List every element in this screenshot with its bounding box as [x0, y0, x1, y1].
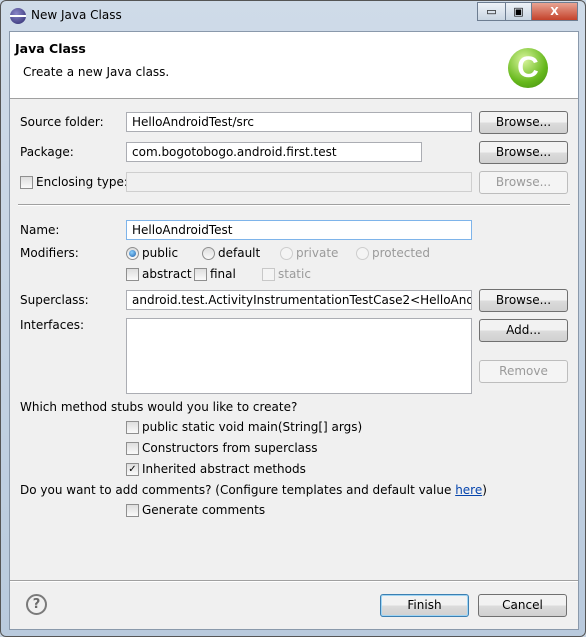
source-folder-label: Source folder: [20, 115, 104, 129]
close-button[interactable]: X [531, 2, 578, 21]
enclosing-type-input[interactable] [126, 172, 472, 192]
main-stub-checkbox[interactable] [126, 421, 139, 434]
modifiers-label: Modifiers: [20, 246, 79, 260]
public-radio[interactable] [126, 247, 139, 260]
finish-button[interactable]: Finish [380, 594, 469, 617]
enclosing-type-checkbox[interactable] [20, 176, 33, 189]
comments-question-text: Do you want to add comments? (Configure … [20, 483, 456, 497]
page-description: Create a new Java class. [23, 65, 170, 79]
add-interface-button[interactable]: Add... [479, 319, 568, 342]
enclosing-type-label: Enclosing type: [36, 175, 128, 189]
protected-label: protected [372, 246, 431, 260]
cancel-button[interactable]: Cancel [478, 594, 567, 617]
final-checkbox[interactable] [194, 268, 207, 281]
remove-interface-button[interactable]: Remove [479, 360, 568, 383]
package-input[interactable]: com.bogotobogo.android.first.test [126, 142, 422, 162]
window-title: New Java Class [31, 8, 122, 22]
inherited-methods-checkbox[interactable]: ✓ [126, 463, 139, 476]
wizard-header: Java Class Create a new Java class. C [10, 32, 578, 99]
private-label: private [296, 246, 339, 260]
name-label: Name: [20, 223, 60, 237]
java-class-icon: C [508, 48, 548, 88]
default-label: default [218, 246, 261, 260]
templates-link[interactable]: here [455, 483, 482, 497]
footer-separator [10, 580, 578, 582]
abstract-checkbox[interactable] [126, 268, 139, 281]
superclass-input[interactable]: android.test.ActivityInstrumentationTest… [126, 290, 472, 310]
eclipse-icon [10, 8, 26, 24]
page-title: Java Class [15, 41, 86, 56]
main-stub-label: public static void main(String[] args) [142, 420, 363, 434]
source-folder-browse-button[interactable]: Browse... [479, 111, 568, 134]
comments-question-suffix: ) [482, 483, 487, 497]
static-checkbox[interactable] [262, 268, 275, 281]
dialog-client: Java Class Create a new Java class. C So… [9, 31, 579, 630]
public-label: public [142, 246, 179, 260]
superclass-label: Superclass: [20, 293, 89, 307]
abstract-label: abstract [142, 267, 192, 281]
constructors-checkbox[interactable] [126, 442, 139, 455]
help-icon[interactable]: ? [26, 594, 47, 615]
superclass-browse-button[interactable]: Browse... [479, 289, 568, 312]
name-input[interactable]: HelloAndroidTest [126, 220, 472, 240]
private-radio[interactable] [280, 247, 293, 260]
protected-radio[interactable] [356, 247, 369, 260]
generate-comments-label: Generate comments [142, 503, 266, 517]
minimize-button[interactable]: ▭ [477, 2, 506, 21]
interfaces-list[interactable] [126, 318, 472, 394]
default-radio[interactable] [202, 247, 215, 260]
maximize-button[interactable]: ▣ [505, 2, 532, 21]
enclosing-type-browse-button[interactable]: Browse... [479, 171, 568, 194]
final-label: final [210, 267, 236, 281]
generate-comments-checkbox[interactable] [126, 504, 139, 517]
package-label: Package: [20, 145, 74, 159]
stubs-question: Which method stubs would you like to cre… [20, 400, 298, 414]
interfaces-label: Interfaces: [20, 318, 85, 332]
comments-question: Do you want to add comments? (Configure … [20, 483, 487, 497]
inherited-methods-label: Inherited abstract methods [142, 462, 306, 476]
separator [18, 204, 570, 206]
source-folder-input[interactable]: HelloAndroidTest/src [126, 112, 472, 132]
constructors-label: Constructors from superclass [142, 441, 318, 455]
static-label: static [278, 267, 311, 281]
dialog-window: New Java Class ▭ ▣ X Java Class Create a… [0, 0, 586, 637]
package-browse-button[interactable]: Browse... [479, 141, 568, 164]
